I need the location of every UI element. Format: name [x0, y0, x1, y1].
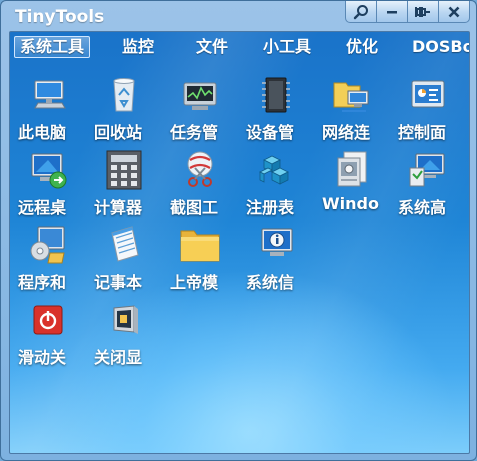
minimize-icon [386, 6, 398, 18]
tool-item-display-off[interactable]: 关闭显 [90, 300, 156, 370]
network-connections-icon [332, 75, 372, 115]
tool-label: 注册表 [246, 198, 295, 217]
device-manager-icon [256, 75, 296, 115]
tool-item-registry[interactable]: 注册表 [242, 150, 308, 220]
windows-tools-icon [332, 150, 372, 190]
tool-label: 回收站 [94, 123, 143, 142]
tool-item-task-manager[interactable]: 任务管 [166, 75, 232, 145]
tool-item-slide-shutdown[interactable]: 滑动关 [14, 300, 80, 370]
tool-label: 控制面 [398, 123, 447, 142]
remote-desktop-icon [28, 150, 68, 190]
tool-label: 记事本 [94, 273, 143, 292]
window-title: TinyTools [15, 7, 105, 27]
close-button[interactable] [438, 1, 470, 23]
tool-label: 设备管 [246, 123, 295, 142]
tool-item-windows-tools[interactable]: Windo [318, 150, 384, 220]
display-off-icon [104, 300, 144, 340]
tool-grid: 此电脑 回收站 任务管 设备管 网络连 控制面 远程桌 计算器 截图工 注册表 … [10, 32, 469, 453]
tool-label: 远程桌 [18, 198, 67, 217]
title-bar[interactable]: TinyTools [1, 1, 476, 31]
tool-item-system-advanced[interactable]: 系统高 [394, 150, 460, 220]
computer-icon [28, 75, 68, 115]
pin-button[interactable] [407, 1, 439, 23]
tool-item-snipping-tool[interactable]: 截图工 [166, 150, 232, 220]
tool-item-computer[interactable]: 此电脑 [14, 75, 80, 145]
tool-item-device-manager[interactable]: 设备管 [242, 75, 308, 145]
tool-label: 截图工 [170, 198, 219, 217]
tool-panel: 系统工具 监控 文件 小工具 优化 DOSBo 此电脑 回收站 任务管 设备管 … [9, 31, 470, 454]
registry-icon [256, 150, 296, 190]
tool-item-system-info[interactable]: 系统信 [242, 225, 308, 295]
recycle-bin-icon [104, 75, 144, 115]
app-window: TinyTools 系统工具 监控 文件 小工具 优化 DOSBo 此电脑 回收… [0, 0, 477, 461]
programs-features-icon [28, 225, 68, 265]
tool-item-notepad[interactable]: 记事本 [90, 225, 156, 295]
tool-item-recycle-bin[interactable]: 回收站 [90, 75, 156, 145]
calculator-icon [104, 150, 144, 190]
tool-label: 任务管 [170, 123, 219, 142]
tool-label: 网络连 [322, 123, 371, 142]
god-mode-folder-icon [180, 225, 220, 265]
pin-icon [415, 5, 431, 19]
tool-label: Windo [322, 194, 379, 213]
tool-item-remote-desktop[interactable]: 远程桌 [14, 150, 80, 220]
task-manager-icon [180, 75, 220, 115]
tool-label: 系统信 [246, 273, 295, 292]
tool-item-programs-features[interactable]: 程序和 [14, 225, 80, 295]
search-icon [353, 4, 369, 20]
tool-item-calculator[interactable]: 计算器 [90, 150, 156, 220]
snipping-tool-icon [180, 150, 220, 190]
tool-label: 上帝模 [170, 273, 219, 292]
system-advanced-icon [408, 150, 448, 190]
tool-label: 此电脑 [18, 123, 67, 142]
tool-label: 滑动关 [18, 348, 67, 367]
search-button[interactable] [345, 1, 377, 23]
tool-label: 程序和 [18, 273, 67, 292]
tool-item-control-panel[interactable]: 控制面 [394, 75, 460, 145]
minimize-button[interactable] [376, 1, 408, 23]
system-info-icon [256, 225, 296, 265]
control-panel-icon [408, 75, 448, 115]
tool-label: 计算器 [94, 198, 143, 217]
tool-label: 系统高 [398, 198, 447, 217]
tool-label: 关闭显 [94, 348, 143, 367]
slide-shutdown-icon [28, 300, 68, 340]
tool-item-network-connections[interactable]: 网络连 [318, 75, 384, 145]
tool-item-god-mode[interactable]: 上帝模 [166, 225, 232, 295]
close-icon [448, 6, 460, 18]
notepad-icon [104, 225, 144, 265]
window-controls [345, 1, 470, 23]
